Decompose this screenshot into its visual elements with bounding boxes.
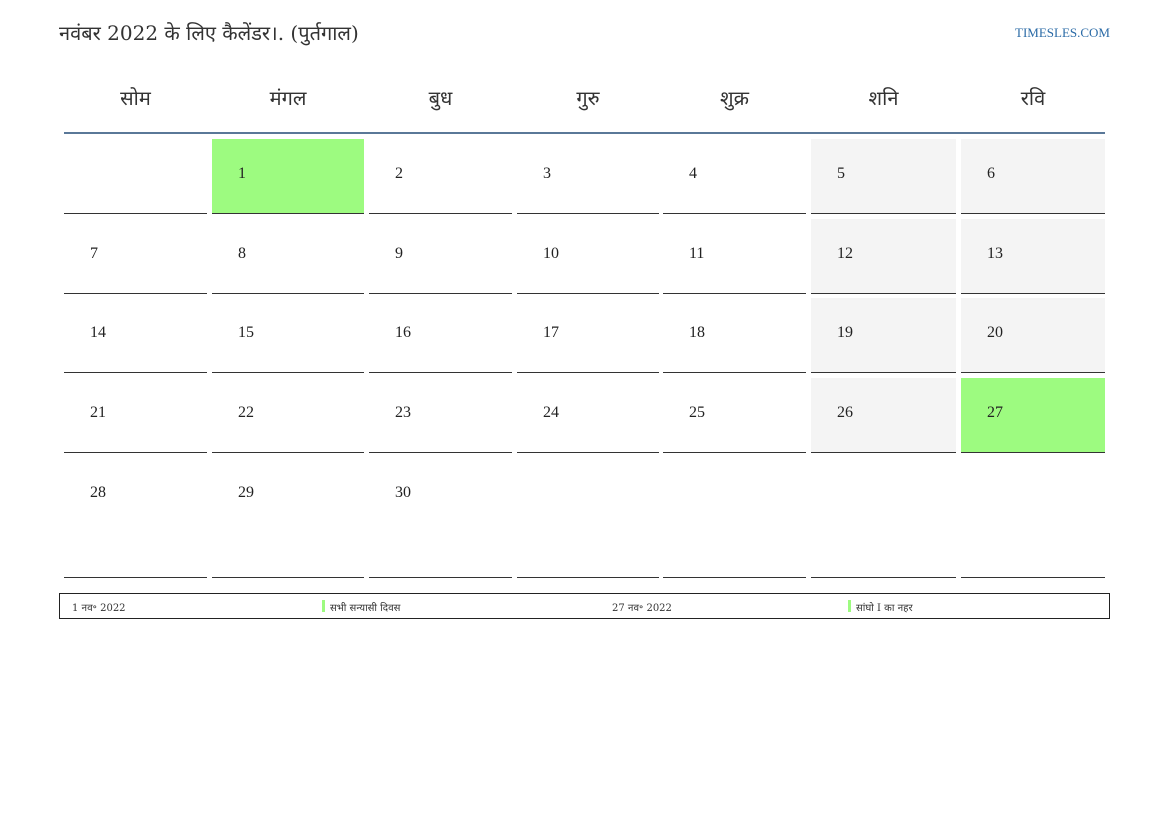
day-number: 23 [395, 404, 411, 421]
day-number: 10 [543, 245, 559, 262]
day-cell-12: 12 [811, 219, 956, 294]
day-cell-1: 1 [212, 139, 364, 214]
day-cell-17: 17 [517, 298, 659, 373]
weekday-mon: सोम [120, 86, 151, 110]
day-cell-21: 21 [64, 378, 207, 453]
day-number: 27 [987, 404, 1003, 421]
day-cell-4: 4 [663, 139, 806, 214]
day-cell-3: 3 [517, 139, 659, 214]
empty-day-cell [517, 458, 659, 578]
calendar-title: नवंबर 2022 के लिए कैलेंडर।. (पुर्तगाल) [59, 21, 359, 45]
weekday-wed: बुध [428, 86, 453, 110]
day-number: 3 [543, 165, 551, 182]
day-number: 6 [987, 165, 995, 182]
day-number: 30 [395, 484, 411, 501]
empty-day-cell [64, 139, 207, 214]
day-cell-20: 20 [961, 298, 1105, 373]
day-number: 7 [90, 245, 98, 262]
day-cell-8: 8 [212, 219, 364, 294]
legend-marker-2 [848, 600, 851, 612]
day-number: 9 [395, 245, 403, 262]
day-number: 22 [238, 404, 254, 421]
empty-day-cell [961, 458, 1105, 578]
weekday-thu: गुरु [576, 86, 600, 110]
day-cell-25: 25 [663, 378, 806, 453]
day-cell-5: 5 [811, 139, 956, 214]
day-number: 16 [395, 324, 411, 341]
day-number: 11 [689, 245, 705, 262]
day-cell-11: 11 [663, 219, 806, 294]
day-cell-19: 19 [811, 298, 956, 373]
weekday-sat: शनि [868, 86, 899, 110]
day-number: 20 [987, 324, 1003, 341]
day-cell-10: 10 [517, 219, 659, 294]
legend-marker-1 [322, 600, 325, 612]
legend-name-2: सांघो I का नहर [856, 603, 913, 614]
weekday-sun: रवि [1020, 86, 1046, 110]
day-number: 25 [689, 404, 705, 421]
legend-date-1: 1 नव॰ 2022 [72, 603, 126, 614]
day-cell-22: 22 [212, 378, 364, 453]
empty-day-cell [811, 458, 956, 578]
weekday-tue: मंगल [269, 86, 307, 110]
day-cell-13: 13 [961, 219, 1105, 294]
day-number: 18 [689, 324, 705, 341]
weekday-fri: शुक्र [720, 86, 749, 110]
day-cell-18: 18 [663, 298, 806, 373]
day-number: 12 [837, 245, 853, 262]
day-number: 15 [238, 324, 254, 341]
day-cell-14: 14 [64, 298, 207, 373]
weekday-header: सोम मंगल बुध गुरु शुक्र शनि रवि [64, 80, 1105, 134]
day-number: 4 [689, 165, 697, 182]
day-number: 5 [837, 165, 845, 182]
day-cell-7: 7 [64, 219, 207, 294]
day-cell-27: 27 [961, 378, 1105, 453]
holiday-legend: 1 नव॰ 2022 सभी सन्यासी दिवस 27 नव॰ 2022 … [59, 593, 1110, 619]
day-cell-24: 24 [517, 378, 659, 453]
day-number: 8 [238, 245, 246, 262]
empty-day-cell [663, 458, 806, 578]
day-number: 17 [543, 324, 559, 341]
day-number: 24 [543, 404, 559, 421]
day-number: 29 [238, 484, 254, 501]
day-number: 26 [837, 404, 853, 421]
day-cell-26: 26 [811, 378, 956, 453]
day-number: 1 [238, 165, 246, 182]
day-cell-6: 6 [961, 139, 1105, 214]
day-number: 19 [837, 324, 853, 341]
legend-date-2: 27 नव॰ 2022 [612, 603, 672, 614]
day-cell-9: 9 [369, 219, 512, 294]
legend-name-1: सभी सन्यासी दिवस [330, 603, 401, 614]
day-cell-16: 16 [369, 298, 512, 373]
day-number: 21 [90, 404, 106, 421]
day-cell-2: 2 [369, 139, 512, 214]
day-cell-30: 30 [369, 458, 512, 578]
day-cell-23: 23 [369, 378, 512, 453]
day-number: 14 [90, 324, 106, 341]
day-cell-15: 15 [212, 298, 364, 373]
day-cell-28: 28 [64, 458, 207, 578]
day-cell-29: 29 [212, 458, 364, 578]
site-link[interactable]: TIMESLES.COM [1015, 25, 1110, 41]
day-number: 28 [90, 484, 106, 501]
day-number: 2 [395, 165, 403, 182]
day-number: 13 [987, 245, 1003, 262]
